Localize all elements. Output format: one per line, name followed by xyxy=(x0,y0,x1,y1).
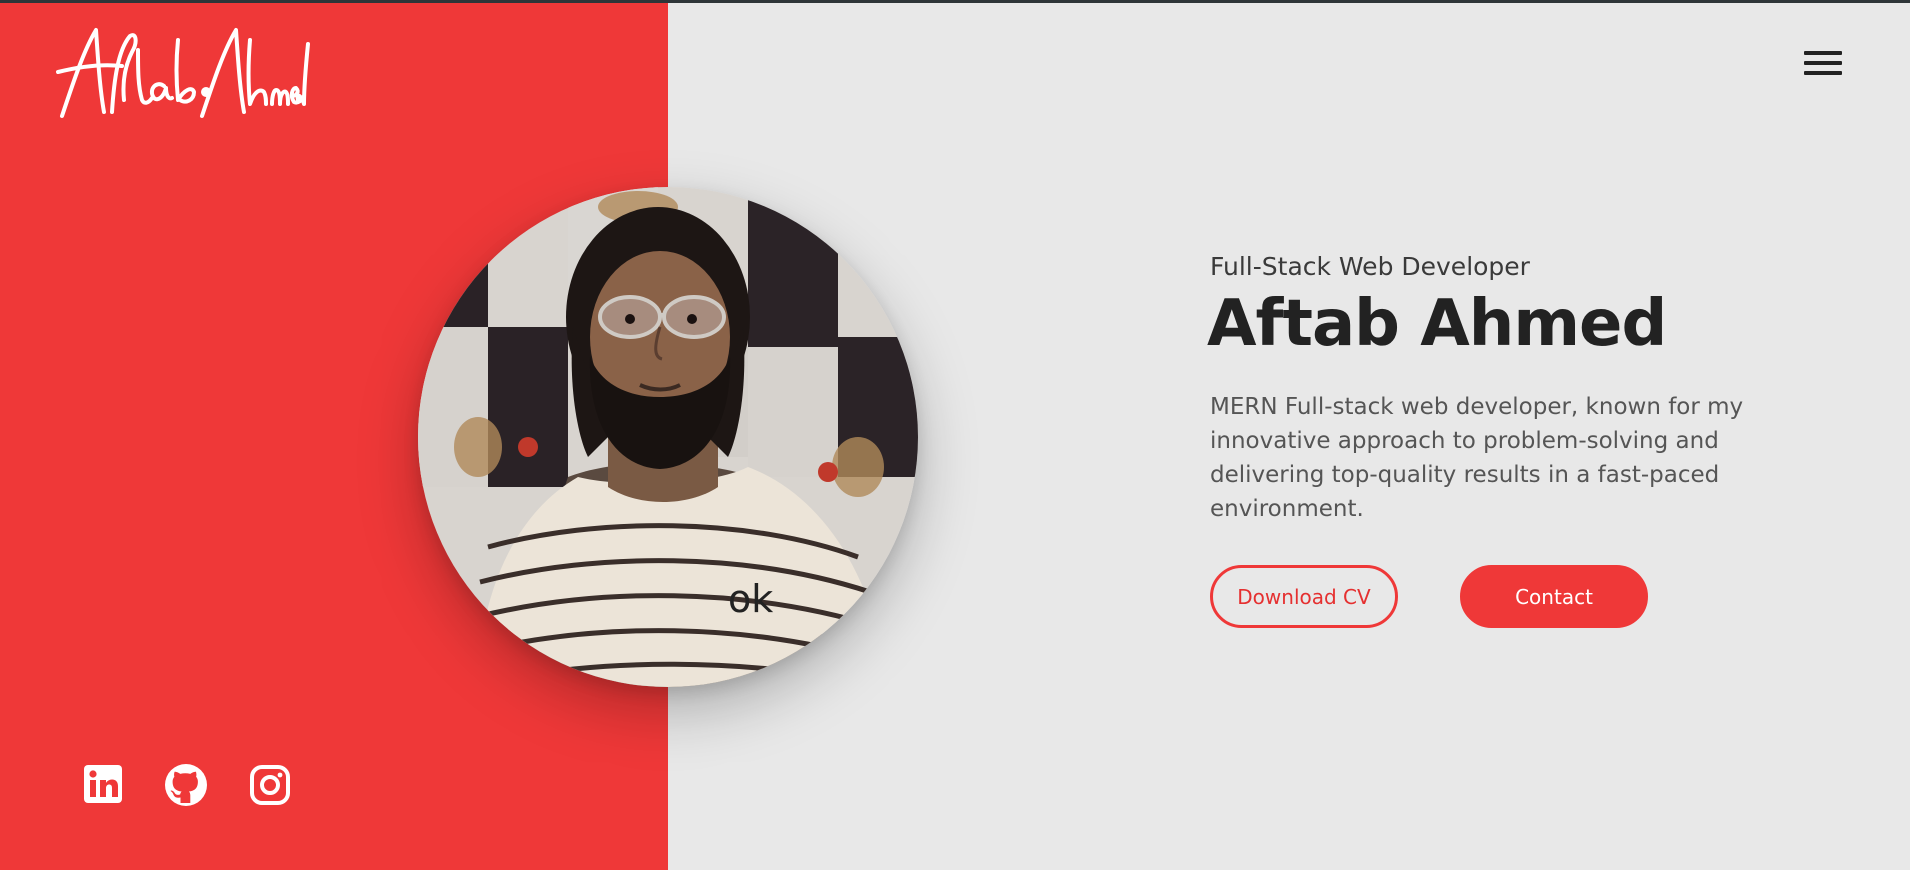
hero-subtitle: Full-Stack Web Developer xyxy=(1210,252,1530,281)
download-cv-button[interactable]: Download CV xyxy=(1210,565,1398,628)
instagram-link[interactable] xyxy=(248,763,292,807)
contact-button[interactable]: Contact xyxy=(1460,565,1648,628)
profile-photo: ok xyxy=(418,187,918,687)
hero-buttons: Download CV Contact xyxy=(1210,565,1770,629)
hamburger-menu-icon xyxy=(1804,51,1842,55)
hero-description: MERN Full-stack web developer, known for… xyxy=(1210,394,1744,522)
hero-section: Full-Stack Web Developer Aftab Ahmed MER… xyxy=(1207,250,1770,628)
hero-name: Aftab Ahmed xyxy=(1207,287,1667,361)
signature-logo-image xyxy=(56,28,310,118)
signature-logo[interactable] xyxy=(52,20,312,130)
linkedin-link[interactable] xyxy=(82,763,126,807)
hamburger-menu-button[interactable] xyxy=(1800,46,1844,80)
instagram-icon xyxy=(250,765,290,805)
hamburger-menu-icon-bar xyxy=(1804,71,1842,75)
linkedin-icon xyxy=(84,765,122,803)
github-link[interactable] xyxy=(164,763,208,807)
github-icon xyxy=(165,764,207,806)
shirt-print-text: ok xyxy=(728,577,773,621)
hamburger-menu-icon-bar xyxy=(1804,61,1842,65)
profile-photo-illustration: ok xyxy=(418,187,918,687)
